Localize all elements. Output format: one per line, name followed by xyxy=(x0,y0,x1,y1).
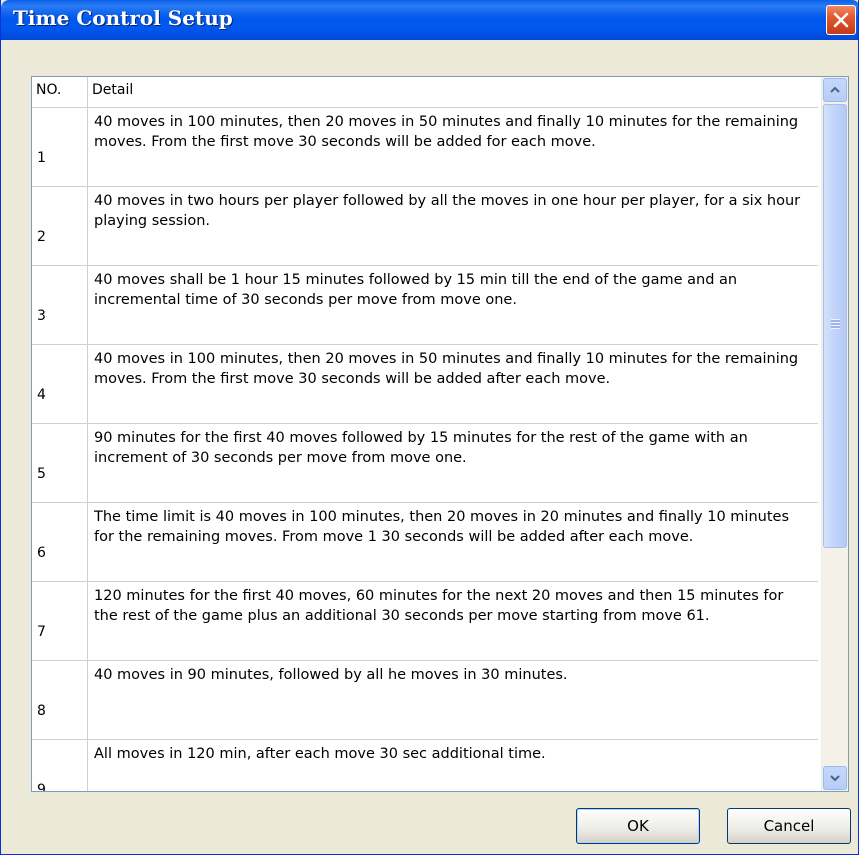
list-row[interactable]: 4 40 moves in 100 minutes, then 20 moves… xyxy=(32,345,818,424)
row-number: 1 xyxy=(32,108,88,186)
close-icon xyxy=(833,12,849,28)
vertical-scrollbar[interactable] xyxy=(821,77,848,791)
row-detail: 40 moves shall be 1 hour 15 minutes foll… xyxy=(94,272,738,308)
list-rows: 1 40 moves in 100 minutes, then 20 moves… xyxy=(32,108,818,792)
row-detail: The time limit is 40 moves in 100 minute… xyxy=(94,509,789,545)
list-row[interactable]: 3 40 moves shall be 1 hour 15 minutes fo… xyxy=(32,266,818,345)
scroll-up-button[interactable] xyxy=(823,78,847,102)
row-number: 4 xyxy=(32,345,88,423)
row-detail: All moves in 120 min, after each move 30… xyxy=(94,746,546,762)
window-title: Time Control Setup xyxy=(13,6,233,30)
list-row[interactable]: 1 40 moves in 100 minutes, then 20 moves… xyxy=(32,108,818,187)
row-number: 3 xyxy=(32,266,88,344)
ok-button[interactable]: OK xyxy=(576,808,700,844)
row-number: 7 xyxy=(32,582,88,660)
chevron-up-icon xyxy=(830,86,840,93)
row-number-text: 7 xyxy=(37,624,46,640)
time-control-list[interactable]: NO. Detail 1 40 moves in 100 minutes, th… xyxy=(31,76,849,792)
row-detail: 120 minutes for the first 40 moves, 60 m… xyxy=(94,588,784,624)
row-number-text: 3 xyxy=(37,308,46,324)
scroll-down-button[interactable] xyxy=(823,766,847,790)
row-number-text: 1 xyxy=(37,150,46,166)
row-detail: 90 minutes for the first 40 moves follow… xyxy=(94,430,748,466)
row-detail: 40 moves in 90 minutes, followed by all … xyxy=(94,667,568,683)
row-number: 5 xyxy=(32,424,88,502)
row-number: 9 xyxy=(32,740,88,792)
row-number-text: 8 xyxy=(37,703,46,719)
column-header-detail[interactable]: Detail xyxy=(88,77,818,107)
row-number: 2 xyxy=(32,187,88,265)
scrollbar-grip xyxy=(831,319,840,329)
list-row[interactable]: 6 The time limit is 40 moves in 100 minu… xyxy=(32,503,818,582)
close-button[interactable] xyxy=(826,5,856,35)
cancel-button[interactable]: Cancel xyxy=(727,808,851,844)
list-row[interactable]: 7 120 minutes for the first 40 moves, 60… xyxy=(32,582,818,661)
row-detail: 40 moves in 100 minutes, then 20 moves i… xyxy=(94,351,799,387)
scrollbar-thumb[interactable] xyxy=(823,104,847,548)
row-number-text: 5 xyxy=(37,466,46,482)
column-header-no[interactable]: NO. xyxy=(32,77,88,107)
row-number: 8 xyxy=(32,661,88,739)
row-number-text: 9 xyxy=(37,782,46,792)
title-bar[interactable]: Time Control Setup xyxy=(1,0,858,40)
list-row[interactable]: 5 90 minutes for the first 40 moves foll… xyxy=(32,424,818,503)
row-number-text: 4 xyxy=(37,387,46,403)
row-detail: 40 moves in two hours per player followe… xyxy=(94,193,801,229)
chevron-down-icon xyxy=(830,775,840,782)
list-row[interactable]: 2 40 moves in two hours per player follo… xyxy=(32,187,818,266)
row-number: 6 xyxy=(32,503,88,581)
time-control-dialog: Time Control Setup NO. Detail 1 40 moves… xyxy=(0,0,859,855)
row-number-text: 2 xyxy=(37,229,46,245)
list-header: NO. Detail xyxy=(32,77,818,108)
row-detail: 40 moves in 100 minutes, then 20 moves i… xyxy=(94,114,799,150)
list-row[interactable]: 9 All moves in 120 min, after each move … xyxy=(32,740,818,792)
list-row[interactable]: 8 40 moves in 90 minutes, followed by al… xyxy=(32,661,818,740)
row-number-text: 6 xyxy=(37,545,46,561)
